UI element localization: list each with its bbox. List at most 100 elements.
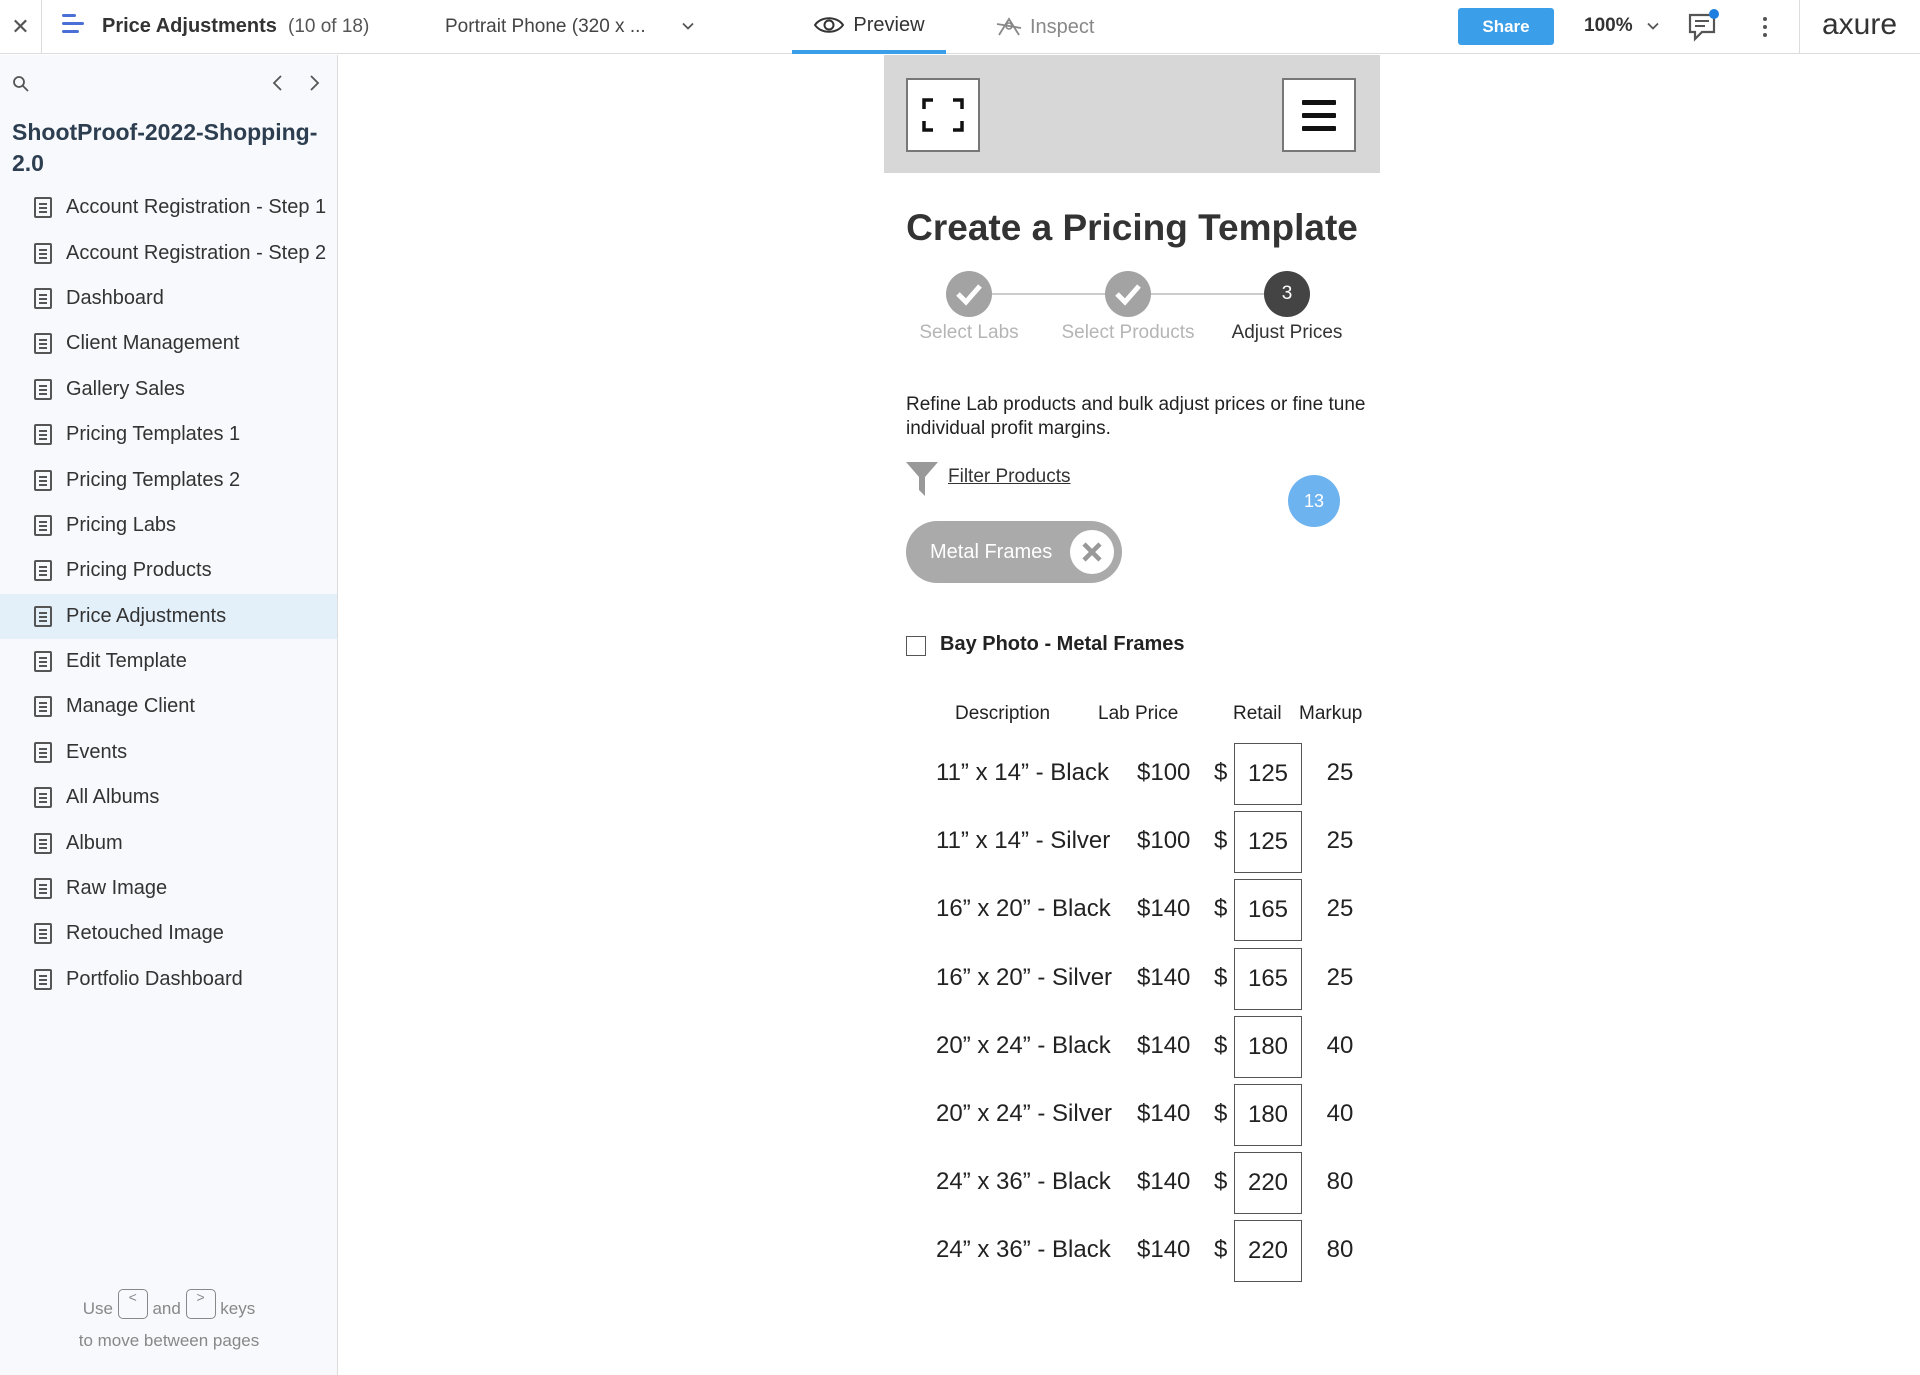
chevron-down-icon[interactable] <box>680 18 696 34</box>
filter-products-link[interactable]: Filter Products <box>948 466 1070 488</box>
table-row: 16” x 20” - Black $140 $165 25 <box>884 875 1380 943</box>
divider <box>1799 0 1800 54</box>
zoom-level[interactable]: 100% <box>1584 15 1633 37</box>
retail-price-input[interactable]: 125 <box>1234 743 1302 805</box>
tab-preview[interactable]: Preview <box>792 0 946 54</box>
page-icon <box>34 424 52 446</box>
page-icon <box>34 560 52 582</box>
close-icon[interactable]: ✕ <box>0 0 42 54</box>
page-icon <box>34 514 52 536</box>
page-icon <box>34 832 52 854</box>
page-icon <box>34 287 52 309</box>
sidebar-item-page[interactable]: Gallery Sales <box>0 367 337 412</box>
step-1-label: Select Labs <box>919 322 1019 343</box>
filter-chip[interactable]: Metal Frames <box>906 521 1122 583</box>
page-heading: Create a Pricing Template <box>906 207 1358 248</box>
chevron-down-icon[interactable] <box>1645 18 1661 34</box>
hint-and: and <box>152 1299 181 1318</box>
sidebar-item-page[interactable]: Album <box>0 820 337 865</box>
retail-price-input[interactable]: 165 <box>1234 947 1302 1010</box>
fullscreen-button[interactable] <box>906 78 980 152</box>
axure-logo: axure <box>1822 8 1898 41</box>
sidebar-item-page[interactable]: Pricing Products <box>0 548 337 593</box>
project-title: ShootProof-2022-Shopping-2.0 <box>12 119 318 176</box>
retail-price-input[interactable]: 165 <box>1234 879 1302 942</box>
key-next: > <box>185 1288 216 1319</box>
comments-button[interactable] <box>1688 9 1719 42</box>
currency-symbol: $ <box>1214 1168 1228 1196</box>
currency-symbol: $ <box>1214 827 1228 855</box>
retail-price-input[interactable]: 125 <box>1234 811 1302 874</box>
step-1-check <box>946 271 992 317</box>
lab-price: $140 <box>1137 1100 1191 1127</box>
sidebar-item-page[interactable]: Portfolio Dashboard <box>0 957 337 1002</box>
prototype-header <box>884 55 1380 173</box>
sidebar-item-label: All Albums <box>66 786 160 809</box>
remove-chip-button[interactable] <box>1070 530 1114 574</box>
close-icon <box>1082 542 1102 562</box>
sidebar-item-page[interactable]: Edit Template <box>0 639 337 684</box>
column-header-markup: Markup <box>1299 703 1363 724</box>
retail-price-input[interactable]: 220 <box>1234 1152 1302 1215</box>
tab-inspect[interactable]: Inspect <box>996 0 1116 54</box>
chevron-right-icon[interactable] <box>304 73 324 93</box>
sidebar-item-page[interactable]: Account Registration - Step 1 <box>0 185 337 230</box>
key-prev: < <box>117 1288 148 1319</box>
markup-value: 25 <box>1326 759 1354 786</box>
filter-chip-label: Metal Frames <box>930 540 1053 563</box>
step-2-label: Select Products <box>1061 322 1195 343</box>
search-icon[interactable] <box>12 75 30 93</box>
sidebar-item-page[interactable]: Pricing Templates 2 <box>0 457 337 502</box>
table-row: 20” x 24” - Silver $140 $180 40 <box>884 1080 1380 1148</box>
share-button[interactable]: Share <box>1458 8 1554 45</box>
product-description: 20” x 24” - Silver <box>936 1100 1113 1127</box>
sidebar: ShootProof-2022-Shopping-2.0 Account Reg… <box>0 55 338 1375</box>
group-checkbox[interactable] <box>906 636 926 656</box>
currency-symbol: $ <box>1214 759 1228 786</box>
sidebar-item-page[interactable]: Retouched Image <box>0 911 337 956</box>
product-description: 20” x 24” - Black <box>936 1031 1111 1059</box>
sidebar-item-page[interactable]: Pricing Labs <box>0 503 337 548</box>
sidebar-item-page[interactable]: All Albums <box>0 775 337 820</box>
device-selector[interactable]: Portrait Phone (320 x ... <box>445 16 646 38</box>
page-list: Account Registration - Step 1 Account Reg… <box>0 185 337 1002</box>
page-icon <box>34 242 52 264</box>
page-icon <box>34 197 52 219</box>
hamburger-menu-button[interactable] <box>1282 78 1356 152</box>
sidebar-item-page[interactable]: Account Registration - Step 2 <box>0 230 337 275</box>
product-description: 16” x 20” - Black <box>936 895 1111 923</box>
eye-icon <box>814 17 845 33</box>
column-header-description: Description <box>955 703 1051 724</box>
retail-price-input[interactable]: 180 <box>1234 1015 1302 1078</box>
sidebar-item-page[interactable]: Price Adjustments <box>0 593 337 639</box>
sidebar-item-label: Album <box>66 831 123 854</box>
sidebar-item-label: Client Management <box>66 332 240 355</box>
chevron-left-icon[interactable] <box>268 73 288 93</box>
sidebar-item-page[interactable]: Dashboard <box>0 276 337 321</box>
lab-price: $100 <box>1137 759 1191 786</box>
page-icon <box>34 968 52 990</box>
sidebar-item-page[interactable]: Pricing Templates 1 <box>0 412 337 457</box>
sidebar-item-page[interactable]: Client Management <box>0 321 337 366</box>
table-row: 11” x 14” - Black $100 $125 25 <box>884 739 1380 807</box>
tab-preview-label: Preview <box>853 13 925 36</box>
more-options-icon[interactable] <box>1760 14 1770 40</box>
table-row: 11” x 14” - Silver $100 $125 25 <box>884 807 1380 875</box>
lab-price: $100 <box>1137 827 1191 855</box>
page-list-menu-icon[interactable] <box>62 14 88 40</box>
product-description: 11” x 14” - Black <box>936 759 1109 786</box>
sidebar-item-page[interactable]: Raw Image <box>0 866 337 911</box>
page-icon <box>34 696 52 718</box>
sidebar-item-page[interactable]: Events <box>0 730 337 775</box>
prototype-canvas: Create a Pricing Template 3 Select Labs … <box>338 55 1920 1375</box>
filter-icon[interactable] <box>906 462 938 496</box>
currency-symbol: $ <box>1214 1100 1228 1127</box>
markup-value: 80 <box>1326 1236 1354 1264</box>
retail-price-input[interactable]: 180 <box>1234 1084 1302 1146</box>
sidebar-item-page[interactable]: Manage Client <box>0 684 337 729</box>
page-icon <box>34 333 52 355</box>
retail-price-input[interactable]: 220 <box>1234 1220 1302 1283</box>
page-count: (10 of 18) <box>288 16 370 37</box>
sidebar-item-label: Dashboard <box>66 286 164 309</box>
count-badge: 13 <box>1288 475 1340 527</box>
